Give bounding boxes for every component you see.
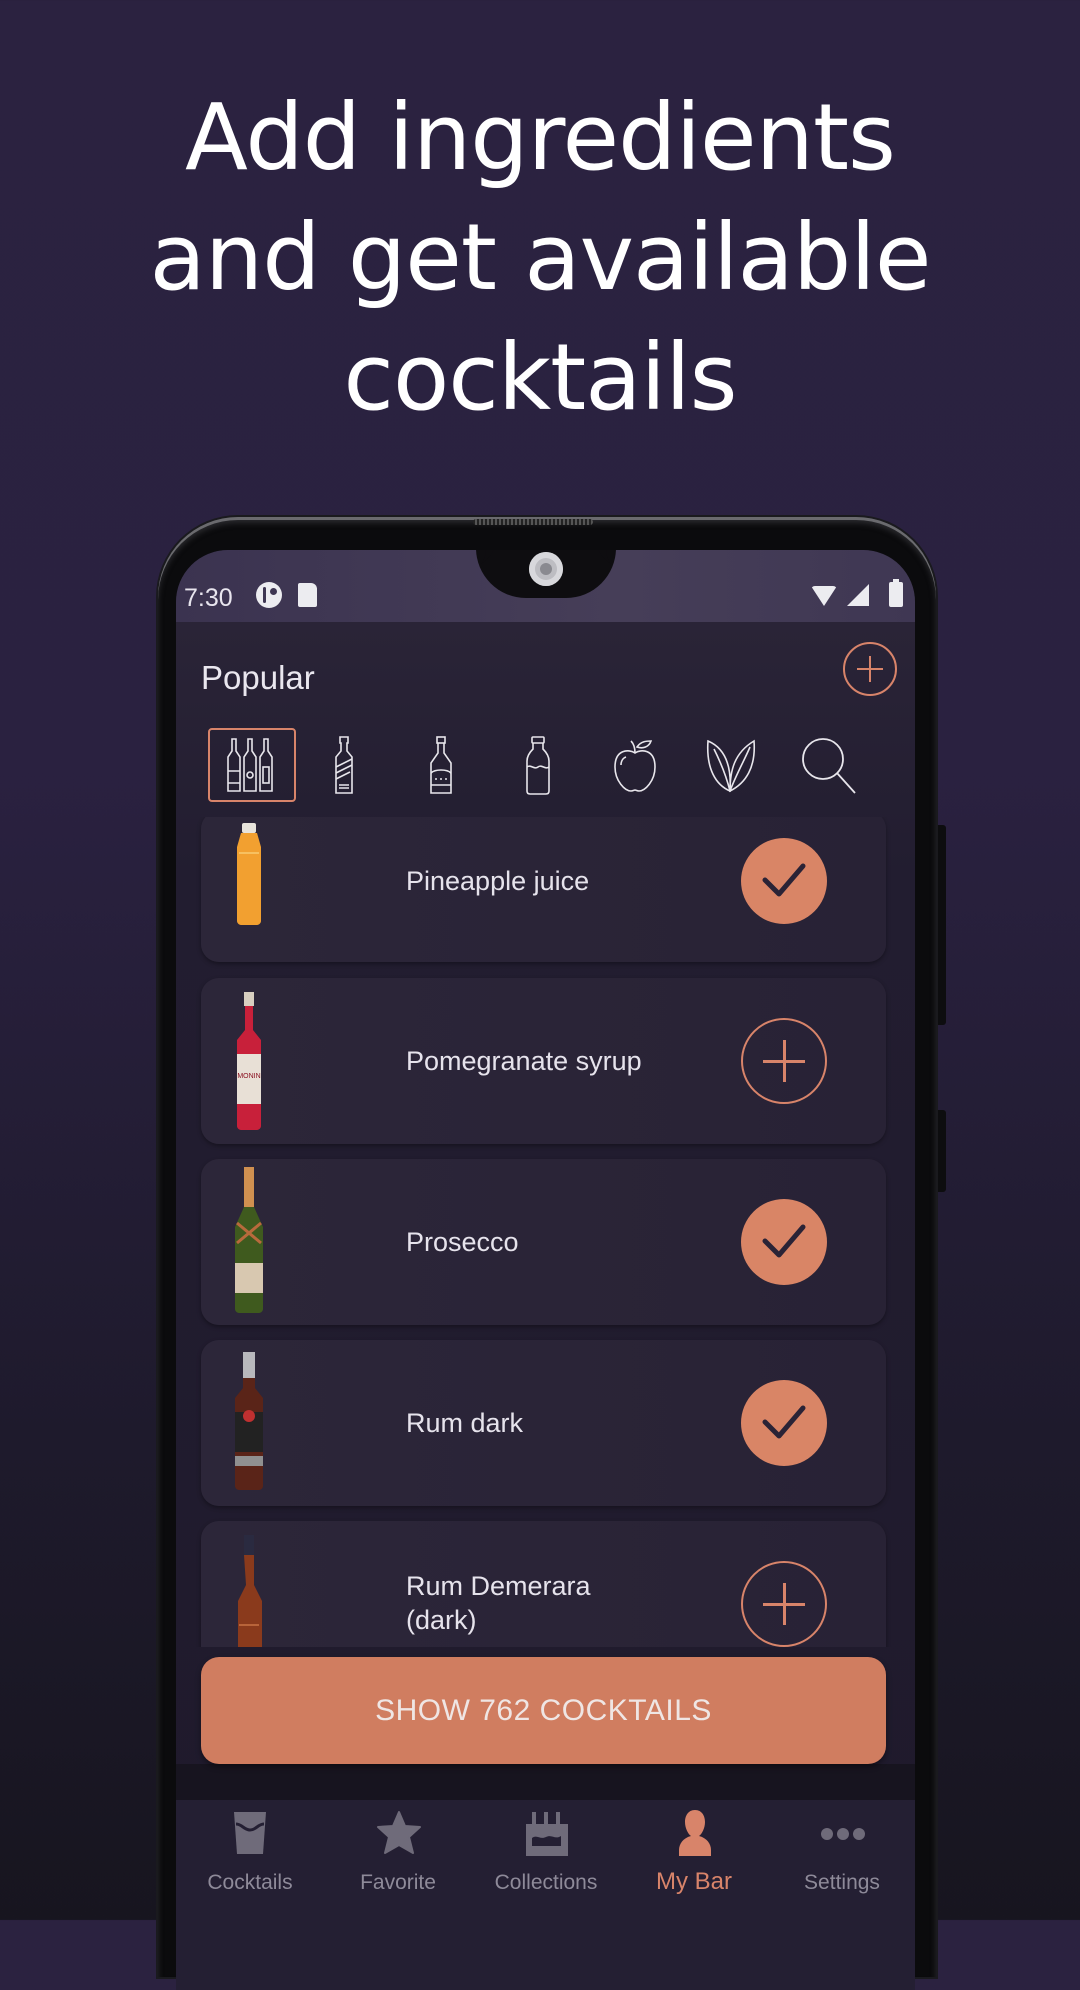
remove-from-bar-button[interactable] <box>741 1199 827 1285</box>
nav-item-settings[interactable]: Settings <box>768 1800 915 1920</box>
bottom-navigation: Cocktails Favorite Collections My Bar Se… <box>176 1800 915 1990</box>
whiskey-bottle-icon <box>335 736 353 794</box>
show-cocktails-button[interactable]: SHOW 762 COCKTAILS <box>201 1657 886 1764</box>
demerara-bottle-image <box>238 1535 262 1647</box>
ingredient-row[interactable]: Rum Demerara (dark) <box>201 1521 886 1647</box>
phone-screen: 7:30 Popular Pineapple juice MONIN Pomeg… <box>176 550 915 1990</box>
headline-line-3: cocktails <box>343 324 737 431</box>
plus-icon-vertical <box>869 656 871 682</box>
leaves-icon <box>706 739 755 793</box>
glass-icon <box>234 1812 266 1854</box>
syrup-bottle-image: MONIN <box>237 992 261 1130</box>
juice-bottle-image <box>237 823 261 925</box>
button-area-background <box>176 1764 915 1800</box>
ingredient-name-line-2: (dark) <box>406 1605 477 1635</box>
collections-icon <box>526 1812 568 1856</box>
checkmark-icon <box>762 1405 806 1439</box>
signal-icon <box>847 584 869 606</box>
milk-bottle-icon <box>526 736 550 795</box>
nav-label: Favorite <box>360 1871 436 1894</box>
volume-button <box>938 825 946 1025</box>
ingredient-name: Prosecco <box>406 1227 519 1257</box>
plus-icon-vertical <box>783 1583 786 1625</box>
ingredient-row[interactable]: Prosecco <box>201 1159 886 1325</box>
champagne-bottle-image <box>235 1167 263 1313</box>
star-icon <box>377 1811 421 1854</box>
nav-item-cocktails[interactable]: Cocktails <box>176 1800 324 1920</box>
liqueur-bottle-icon <box>430 736 452 794</box>
bottles-icon <box>227 738 273 792</box>
ingredient-name: Pomegranate syrup <box>406 1046 642 1076</box>
status-bar: 7:30 <box>176 550 915 622</box>
checkmark-icon <box>762 863 806 897</box>
rum-bottle-image <box>235 1352 263 1490</box>
ingredient-row[interactable]: MONIN Pomegranate syrup <box>201 978 886 1144</box>
nav-item-favorite[interactable]: Favorite <box>324 1800 472 1920</box>
headline: Add ingredients and get available cockta… <box>0 78 1080 438</box>
search-icon <box>802 738 856 794</box>
add-ingredient-button[interactable] <box>843 642 897 696</box>
nav-label: My Bar <box>655 1868 732 1895</box>
ingredient-row[interactable]: Pineapple juice <box>201 817 886 962</box>
phone-speaker <box>473 519 593 525</box>
battery-icon <box>889 579 903 607</box>
category-fruits[interactable] <box>591 728 679 802</box>
my-bar-content: Popular Pineapple juice MONIN Pomegranat… <box>176 622 915 1892</box>
phone-frame: 7:30 Popular Pineapple juice MONIN Pomeg… <box>158 517 946 1990</box>
ingredient-name: Rum Demerara (dark) <box>406 1569 591 1637</box>
category-search[interactable] <box>785 728 873 802</box>
apple-icon <box>614 740 656 792</box>
cast-app-icon <box>256 582 282 608</box>
ingredient-name: Rum dark <box>406 1408 524 1438</box>
ingredient-name: Pineapple juice <box>406 866 590 896</box>
headline-line-2: and get available <box>149 204 932 311</box>
camera-notch <box>476 550 616 598</box>
ingredient-name-line-1: Rum Demerara <box>406 1571 591 1601</box>
nav-label: Cocktails <box>207 1871 293 1894</box>
nav-label: Settings <box>804 1871 880 1894</box>
headline-line-1: Add ingredients <box>185 84 896 191</box>
nav-item-collections[interactable]: Collections <box>472 1800 620 1920</box>
category-mixers[interactable] <box>494 728 582 802</box>
ingredient-row[interactable]: Rum dark <box>201 1340 886 1506</box>
wifi-icon <box>811 586 837 606</box>
power-button <box>938 1110 946 1192</box>
sd-card-icon <box>298 583 317 607</box>
category-liqueurs[interactable] <box>397 728 485 802</box>
remove-from-bar-button[interactable] <box>741 838 827 924</box>
category-all-bottles[interactable] <box>208 728 296 802</box>
person-icon <box>679 1810 711 1856</box>
checkmark-icon <box>762 1224 806 1258</box>
add-to-bar-button[interactable] <box>741 1561 827 1647</box>
category-herbs[interactable] <box>688 728 776 802</box>
remove-from-bar-button[interactable] <box>741 1380 827 1466</box>
status-time: 7:30 <box>184 584 233 612</box>
add-to-bar-button[interactable] <box>741 1018 827 1104</box>
svg-text:MONIN: MONIN <box>237 1073 260 1080</box>
plus-icon-vertical <box>783 1040 786 1082</box>
front-camera <box>529 552 563 586</box>
nav-item-my-bar[interactable]: My Bar <box>620 1800 768 1920</box>
more-dots-icon <box>821 1828 865 1840</box>
ingredient-list[interactable]: Pineapple juice MONIN Pomegranate syrup <box>176 817 915 1647</box>
category-spirits[interactable] <box>300 728 388 802</box>
category-filter-row <box>176 728 915 810</box>
nav-label: Collections <box>494 1871 598 1894</box>
section-title: Popular <box>201 659 315 696</box>
